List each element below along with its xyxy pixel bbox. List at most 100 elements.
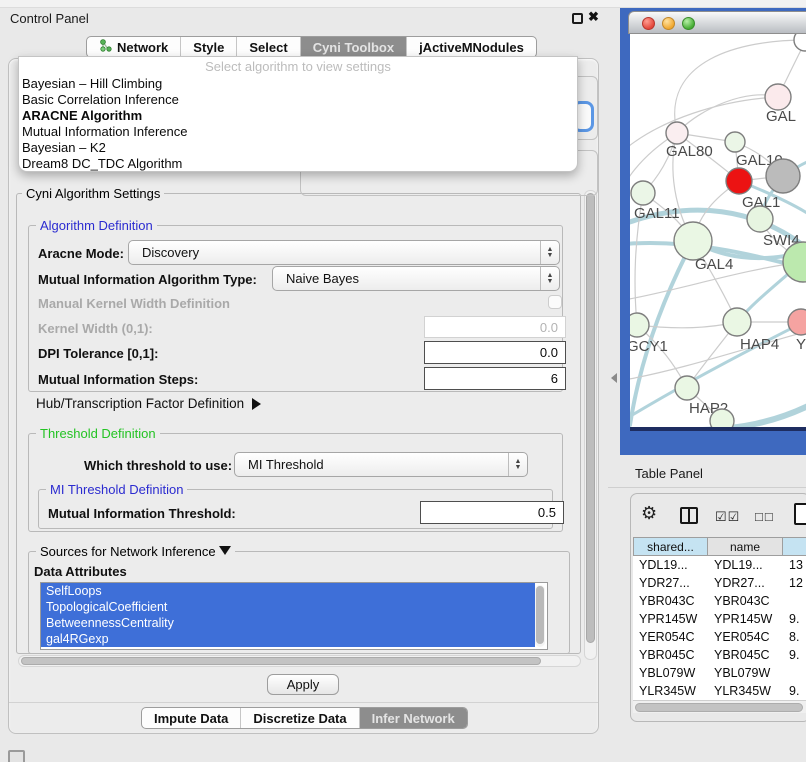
show-columns-icon[interactable] — [680, 507, 698, 524]
mi-threshold-field[interactable]: 0.5 — [420, 501, 564, 524]
network-node-gal[interactable] — [765, 84, 791, 110]
tab-jactivemnodules[interactable]: jActiveMNodules — [406, 37, 536, 57]
table-row[interactable]: YDR27...YDR27...12 — [633, 574, 806, 592]
tab-impute-data[interactable]: Impute Data — [142, 708, 240, 728]
node-label: GCY1 — [630, 338, 668, 355]
network-node-y[interactable] — [788, 309, 806, 335]
aracne-mode-select[interactable]: Discovery ▲▼ — [128, 240, 560, 265]
mi-steps-field[interactable]: 6 — [424, 367, 566, 390]
algorithm-option-list: Bayesian – Hill ClimbingBasic Correlatio… — [19, 76, 577, 172]
algorithm-option[interactable]: Basic Correlation Inference — [19, 92, 577, 108]
table-cell: YBR045C — [633, 646, 708, 664]
dpi-tolerance-label: DPI Tolerance [0,1]: — [38, 346, 158, 361]
tab-cyni-toolbox[interactable]: Cyni Toolbox — [300, 37, 406, 57]
network-node[interactable] — [710, 409, 734, 427]
deselect-all-columns-icon[interactable]: □□ — [755, 509, 775, 524]
table-row[interactable]: YLR345WYLR345W9. — [633, 682, 806, 700]
data-attributes-list[interactable]: SelfLoopsTopologicalCoefficientBetweenne… — [40, 582, 548, 650]
table-settings-gear-icon[interactable]: ⚙ — [641, 503, 657, 524]
network-window-titlebar[interactable] — [628, 11, 806, 34]
top-strip — [0, 0, 806, 8]
tab-select[interactable]: Select — [236, 37, 299, 57]
table-row[interactable]: YPR145WYPR145W9. — [633, 610, 806, 628]
table-cell: YLR345W — [708, 682, 783, 700]
algorithm-option[interactable]: ARACNE Algorithm — [19, 108, 577, 124]
manual-kernel-checkbox[interactable] — [548, 295, 562, 309]
table-row[interactable]: YER054CYER054C8. — [633, 628, 806, 646]
network-node-swi4[interactable] — [747, 206, 773, 232]
table-row[interactable]: YBL079WYBL079W — [633, 664, 806, 682]
network-node-gal10[interactable] — [725, 132, 745, 152]
network-node[interactable] — [766, 159, 800, 193]
tab-network-label: Network — [117, 40, 168, 55]
select-all-columns-icon[interactable]: ☑☑ — [715, 509, 740, 525]
table-row[interactable]: YDL19...YDL19...13 — [633, 556, 806, 574]
tab-infer-network-label: Infer Network — [372, 711, 455, 726]
minimize-window-icon[interactable] — [662, 17, 675, 30]
settings-horizontal-scrollbar[interactable] — [18, 655, 581, 667]
table-cell: YBR043C — [708, 592, 783, 610]
table-cell: YER054C — [708, 628, 783, 646]
combo-spinner-icon: ▲▼ — [540, 267, 559, 290]
apply-button[interactable]: Apply — [267, 674, 339, 695]
table-cell: YBL079W — [708, 664, 783, 682]
algorithm-option[interactable]: Bayesian – Hill Climbing — [19, 76, 577, 92]
table-cell: 9. — [783, 646, 806, 664]
data-attribute-item[interactable]: gal4RGexp — [41, 631, 535, 647]
settings-vertical-scrollbar-thumb[interactable] — [586, 193, 595, 643]
dpi-tolerance-field[interactable]: 0.0 — [424, 341, 566, 364]
settings-vertical-scrollbar[interactable] — [584, 190, 597, 660]
data-attribute-item[interactable]: SelfLoops — [41, 583, 535, 599]
network-node-gal1[interactable] — [726, 168, 752, 194]
tab-network[interactable]: Network — [87, 37, 180, 57]
network-canvas[interactable]: GALGAL80GAL10GAL1GAL11SWI4GAL4HAP4YGCY1H… — [630, 34, 806, 427]
data-attribute-item[interactable]: TopologicalCoefficient — [41, 599, 535, 615]
zoom-window-icon[interactable] — [682, 17, 695, 30]
attributes-list-scrollbar[interactable] — [535, 585, 545, 647]
hub-definition-toggle[interactable]: Hub/Transcription Factor Definition — [36, 396, 261, 411]
network-node-gal4[interactable] — [674, 222, 712, 260]
network-node-gal11[interactable] — [631, 181, 655, 205]
data-attribute-item[interactable]: BetweennessCentrality — [41, 615, 535, 631]
table-cell: YDR27... — [708, 574, 783, 592]
network-node-hap4[interactable] — [723, 308, 751, 336]
settings-horizontal-scrollbar-thumb[interactable] — [21, 657, 541, 665]
column-header[interactable]: shared... — [633, 537, 708, 556]
algorithm-option[interactable]: Bayesian – K2 — [19, 140, 577, 156]
node-label: Y — [796, 336, 806, 353]
network-node-gal80[interactable] — [666, 122, 688, 144]
network-node-hap2[interactable] — [675, 376, 699, 400]
mi-steps-label: Mutual Information Steps: — [38, 372, 198, 387]
float-panel-icon[interactable] — [572, 13, 583, 24]
network-node[interactable] — [794, 34, 806, 51]
network-node-gcy1[interactable] — [630, 313, 649, 337]
which-threshold-select[interactable]: MI Threshold ▲▼ — [234, 452, 528, 477]
sources-group-title[interactable]: Sources for Network Inference — [36, 544, 235, 559]
mi-type-select[interactable]: Naive Bayes ▲▼ — [272, 266, 560, 291]
tab-discretize-data[interactable]: Discretize Data — [240, 708, 358, 728]
algorithm-option[interactable]: Dream8 DC_TDC Algorithm — [19, 156, 577, 172]
table-horizontal-scrollbar-thumb[interactable] — [635, 703, 803, 712]
network-graph-icon — [99, 39, 112, 55]
tab-impute-data-label: Impute Data — [154, 711, 228, 726]
node-label: GAL11 — [634, 205, 680, 222]
table-horizontal-scrollbar[interactable] — [633, 700, 806, 713]
export-table-icon[interactable] — [794, 503, 806, 525]
attributes-list-scrollbar-thumb[interactable] — [536, 586, 544, 644]
splitter-collapse-handle[interactable] — [611, 373, 617, 383]
column-header[interactable]: A — [783, 537, 806, 556]
close-panel-icon[interactable]: ✖ — [588, 9, 599, 25]
table-cell — [783, 664, 806, 682]
minimized-panel-icon[interactable] — [8, 750, 25, 762]
close-window-icon[interactable] — [642, 17, 655, 30]
column-header[interactable]: name — [708, 537, 783, 556]
table-row[interactable]: YBR043CYBR043C — [633, 592, 806, 610]
tab-infer-network[interactable]: Infer Network — [359, 708, 467, 728]
table-row[interactable]: YBR045CYBR045C9. — [633, 646, 806, 664]
network-view-window[interactable]: GALGAL80GAL10GAL1GAL11SWI4GAL4HAP4YGCY1H… — [620, 8, 806, 455]
kernel-width-field[interactable]: 0.0 — [424, 316, 566, 338]
tab-style[interactable]: Style — [180, 37, 236, 57]
tab-discretize-data-label: Discretize Data — [253, 711, 346, 726]
table-cell: YDR27... — [633, 574, 708, 592]
algorithm-option[interactable]: Mutual Information Inference — [19, 124, 577, 140]
